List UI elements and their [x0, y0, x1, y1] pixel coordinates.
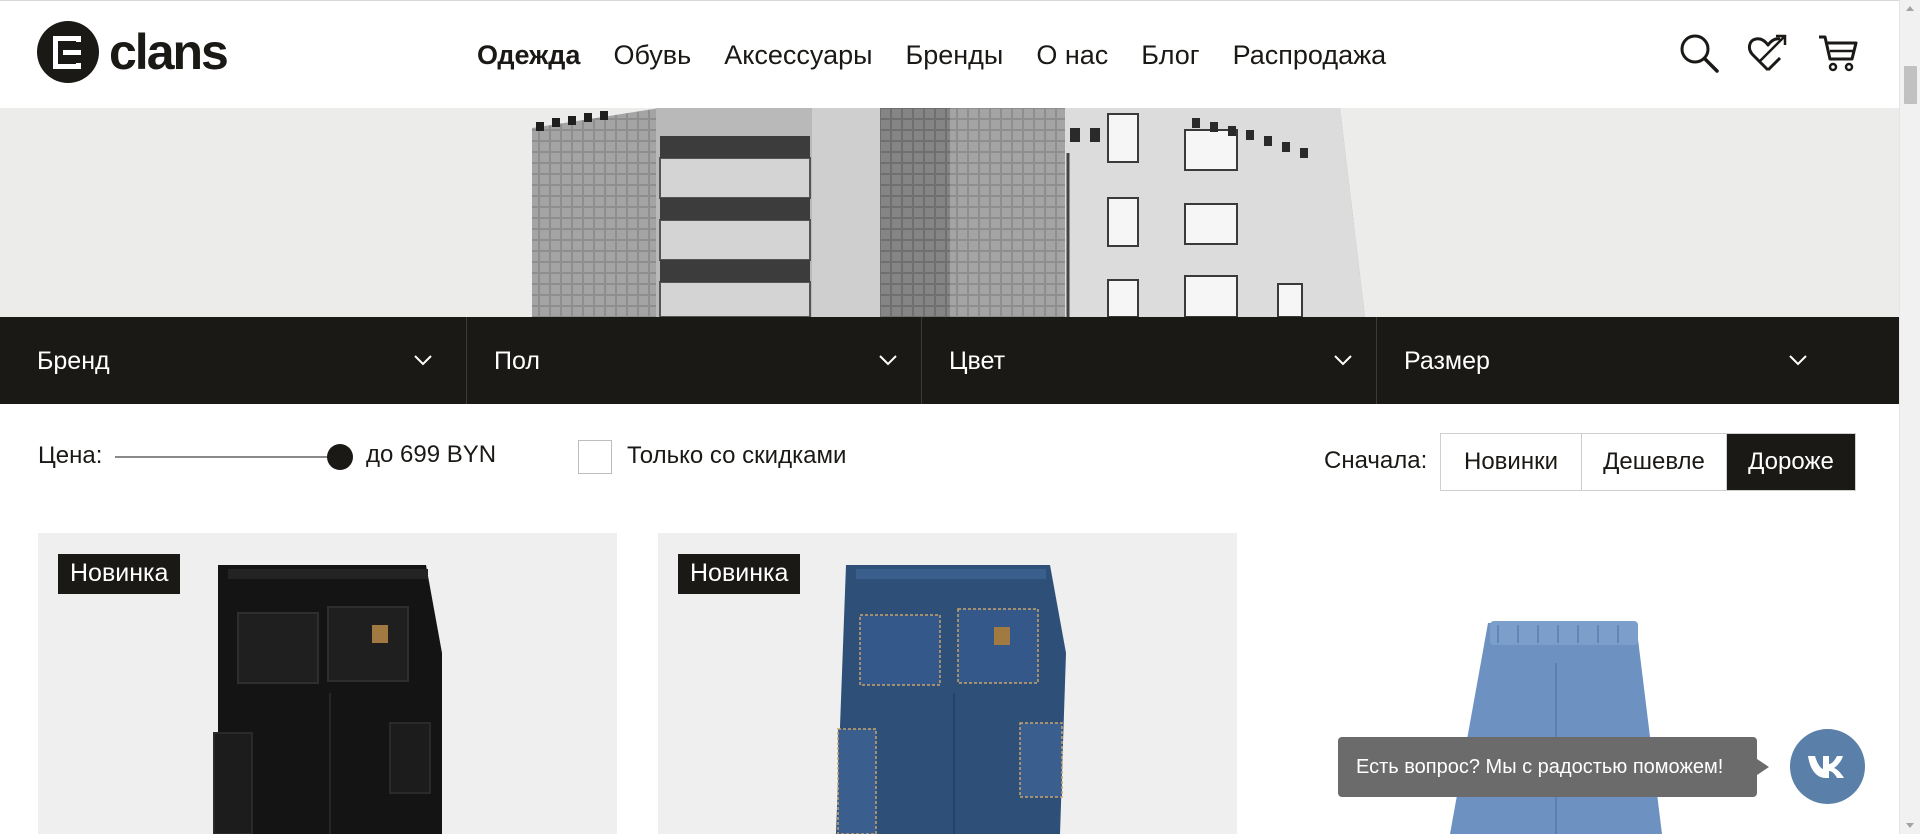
scroll-up-arrow-icon[interactable] — [1900, 0, 1920, 17]
nav-item-brands[interactable]: Бренды — [906, 39, 1004, 71]
filter-size-label: Размер — [1404, 347, 1490, 375]
sort-options: Новинки Дешевле Дороже — [1440, 433, 1856, 491]
discount-checkbox[interactable] — [578, 440, 612, 474]
sort-label: Сначала: — [1324, 447, 1428, 474]
brand-name: clans — [109, 24, 229, 80]
new-badge: Новинка — [678, 554, 801, 594]
filter-gender-label: Пол — [494, 347, 540, 375]
vertical-scrollbar[interactable] — [1899, 0, 1920, 834]
nav-item-shoes[interactable]: Обувь — [613, 39, 691, 71]
sort-newest-button[interactable]: Новинки — [1441, 434, 1582, 490]
brand-logo[interactable]: clans — [37, 21, 229, 83]
price-label: Цена: — [38, 442, 103, 469]
nav-item-accessories[interactable]: Аксессуары — [724, 39, 872, 71]
sort-cheaper-button[interactable]: Дешевле — [1582, 434, 1727, 490]
chevron-down-icon — [1334, 355, 1352, 366]
logo-mark-icon — [37, 21, 99, 83]
chevron-down-icon — [1789, 355, 1807, 366]
price-slider-track[interactable] — [115, 456, 340, 458]
cart-icon[interactable] — [1816, 31, 1860, 75]
filter-color[interactable]: Цвет — [922, 317, 1377, 404]
price-value: до 699 BYN — [366, 441, 497, 468]
hero-banner-image — [0, 108, 1899, 317]
scroll-down-arrow-icon[interactable] — [1900, 817, 1920, 834]
vk-icon — [1808, 756, 1844, 778]
filter-gender[interactable]: Пол — [467, 317, 922, 404]
product-card[interactable]: Новинка — [658, 533, 1237, 834]
filter-brand-label: Бренд — [37, 347, 110, 375]
wishlist-heart-icon[interactable] — [1746, 31, 1790, 75]
nav-item-clothing[interactable]: Одежда — [477, 39, 580, 71]
chat-prompt-bubble[interactable]: Есть вопрос? Мы с радостью поможем! — [1338, 737, 1769, 797]
filter-color-label: Цвет — [949, 347, 1006, 375]
filter-brand[interactable]: Бренд — [0, 317, 467, 404]
filter-bar: Бренд Пол Цвет Размер — [0, 317, 1899, 404]
new-badge: Новинка — [58, 554, 181, 594]
nav-item-sale[interactable]: Распродажа — [1233, 39, 1387, 71]
sort-expensive-button[interactable]: Дороже — [1727, 434, 1855, 490]
product-card[interactable]: Новинка — [38, 533, 617, 834]
nav-item-blog[interactable]: Блог — [1141, 39, 1199, 71]
chevron-down-icon — [414, 355, 432, 366]
nav-item-about[interactable]: О нас — [1036, 39, 1108, 71]
search-icon[interactable] — [1677, 31, 1721, 75]
page: clans Одежда Обувь Аксессуары Бренды О н… — [0, 0, 1899, 834]
filter-size[interactable]: Размер — [1377, 317, 1899, 404]
site-header: clans Одежда Обувь Аксессуары Бренды О н… — [0, 0, 1899, 108]
discount-checkbox-label[interactable]: Только со скидками — [627, 442, 846, 470]
price-slider-handle[interactable] — [327, 444, 353, 470]
main-nav: Одежда Обувь Аксессуары Бренды О нас Бло… — [477, 39, 1419, 71]
chevron-down-icon — [879, 355, 897, 366]
scrollbar-thumb[interactable] — [1904, 66, 1917, 104]
vk-chat-button[interactable] — [1790, 729, 1865, 804]
